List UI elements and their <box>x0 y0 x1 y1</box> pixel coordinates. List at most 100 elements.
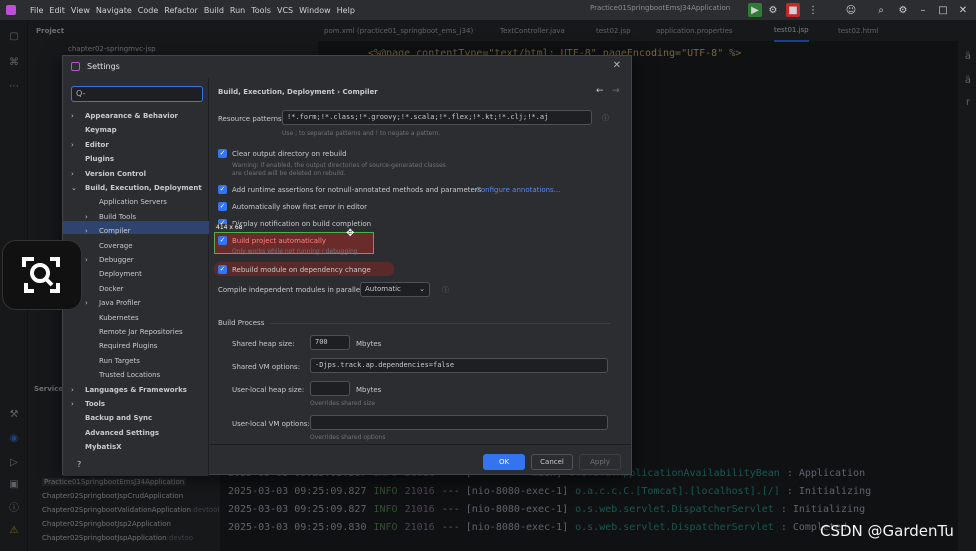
sidebar-arrow-icon[interactable]: › <box>71 386 74 394</box>
sidebar-item[interactable]: Version Control <box>85 170 146 178</box>
sidebar-item[interactable]: Debugger <box>99 256 134 264</box>
auto-show-error-checkbox[interactable]: ✓ <box>218 202 227 211</box>
watermark: CSDN @GardenTu <box>820 522 954 540</box>
add-runtime-checkbox[interactable]: ✓ <box>218 185 227 194</box>
cancel-button[interactable]: Cancel <box>531 454 573 470</box>
sidebar-item[interactable]: Keymap <box>85 126 117 134</box>
sidebar-arrow-icon[interactable]: ⌄ <box>71 184 77 192</box>
shared-vm-label: Shared VM options: <box>232 363 301 371</box>
sidebar-item[interactable]: Trusted Locations <box>99 371 160 379</box>
compile-parallel-info-icon[interactable]: ⓘ <box>442 285 449 295</box>
sidebar-arrow-icon[interactable]: › <box>85 299 88 307</box>
sidebar-item[interactable]: Docker <box>99 285 124 293</box>
menu-item-code[interactable]: Code <box>138 6 158 15</box>
magnifier-overlay[interactable] <box>2 240 82 310</box>
sidebar-arrow-icon[interactable]: › <box>71 400 74 408</box>
sidebar-item[interactable]: Tools <box>85 400 105 408</box>
sidebar-item[interactable]: Kubernetes <box>99 314 139 322</box>
shared-heap-unit: Mbytes <box>356 340 382 348</box>
clear-output-hint-1: Warning: if enabled, the output director… <box>232 162 446 169</box>
move-cursor-icon: ✥ <box>346 228 355 239</box>
sidebar-arrow-icon[interactable]: › <box>71 141 74 149</box>
add-runtime-label: Add runtime assertions for notnull-annot… <box>232 186 482 194</box>
sidebar-item[interactable]: Plugins <box>85 155 114 163</box>
sidebar-item[interactable]: Build Tools <box>99 213 136 221</box>
menu-bar: File Edit View Navigate Code Refactor Build Run… <box>0 0 976 20</box>
build-automatically-checkbox[interactable]: ✓ <box>218 236 227 245</box>
settings-search-input[interactable]: Q- <box>71 86 203 102</box>
user-vm-label: User-local VM options: <box>232 420 310 428</box>
sidebar-arrow-icon[interactable]: › <box>85 213 88 221</box>
sidebar-item[interactable]: Compiler <box>99 227 131 235</box>
sidebar-item[interactable]: Application Servers <box>99 198 167 206</box>
sidebar-item[interactable]: Build, Execution, Deployment <box>85 184 202 192</box>
rebuild-dependency-checkbox[interactable]: ✓ <box>218 265 227 274</box>
profile-icon[interactable]: ☺ <box>836 0 866 20</box>
compile-parallel-label: Compile independent modules in parallel: <box>218 286 365 294</box>
sidebar-arrow-icon[interactable]: › <box>85 256 88 264</box>
settings-title: Settings <box>87 62 120 71</box>
menu-item-window[interactable]: Window <box>299 6 331 15</box>
close-dialog-icon[interactable]: ✕ <box>613 60 621 71</box>
resource-patterns-field[interactable]: !*.form;!*.class;!*.groovy;!*.scala;!*.f… <box>282 110 592 125</box>
user-heap-hint: Overrides shared size <box>310 400 375 407</box>
sidebar-item[interactable]: Editor <box>85 141 109 149</box>
debug-icon[interactable]: ⚙ <box>766 0 780 20</box>
run-icon[interactable]: ▶ <box>748 3 762 17</box>
ok-button[interactable]: OK <box>483 454 525 470</box>
info-icon[interactable]: ⓘ <box>602 113 609 123</box>
sidebar-item[interactable]: Deployment <box>99 270 142 278</box>
sidebar-item[interactable]: Languages & Frameworks <box>85 386 187 394</box>
user-vm-field[interactable] <box>310 415 608 430</box>
clear-output-checkbox[interactable]: ✓ <box>218 149 227 158</box>
menu-item-edit[interactable]: Edit <box>49 6 65 15</box>
stop-icon[interactable]: ■ <box>786 3 800 17</box>
close-window-icon[interactable]: ✕ <box>948 0 976 20</box>
shared-vm-field[interactable]: -Djps.track.ap.dependencies=false <box>310 358 608 373</box>
sidebar-item[interactable]: Appearance & Behavior <box>85 112 178 120</box>
apply-button[interactable]: Apply <box>579 454 621 470</box>
build-automatically-label: Build project automatically <box>232 237 327 245</box>
settings-dialog: Settings ✕ Q- › Appearance & Behavior Keym… <box>62 55 632 476</box>
menu-item-run[interactable]: Run <box>230 6 245 15</box>
sidebar-item[interactable]: Required Plugins <box>99 342 157 350</box>
menu-item-vcs[interactable]: VCS <box>277 6 293 15</box>
sidebar-item[interactable]: Run Targets <box>99 357 140 365</box>
sidebar-item[interactable]: Java Profiler <box>99 299 141 307</box>
menu-items: File Edit View Navigate Code Refactor Build Run… <box>27 6 358 15</box>
sidebar-arrow-icon[interactable]: › <box>71 112 74 120</box>
resource-patterns-hint: Use ; to separate patterns and ! to nega… <box>282 130 441 137</box>
window-title: Practice01SpringbootEmsJ34Application <box>590 4 731 12</box>
sidebar-item[interactable]: Advanced Settings <box>85 429 159 437</box>
sidebar-item[interactable]: Coverage <box>99 242 133 250</box>
menu-item-navigate[interactable]: Navigate <box>96 6 132 15</box>
menu-item-build[interactable]: Build <box>204 6 224 15</box>
clear-output-label: Clear output directory on rebuild <box>232 150 347 158</box>
breadcrumb: Build, Execution, Deployment › Compiler <box>218 88 378 96</box>
forward-arrow-icon[interactable]: → <box>612 86 620 96</box>
sidebar-arrow-icon[interactable]: › <box>71 170 74 178</box>
sidebar-arrow-icon[interactable]: › <box>85 227 88 235</box>
sidebar-item[interactable]: Remote Jar Repositories <box>99 328 183 336</box>
auto-show-error-label: Automatically show first error in editor <box>232 203 368 211</box>
build-process-header: Build Process <box>218 319 265 327</box>
app-logo-icon <box>6 5 16 15</box>
more-icon[interactable]: ⋮ <box>806 0 820 20</box>
sidebar-item[interactable]: Backup and Sync <box>85 414 152 422</box>
user-heap-field[interactable] <box>310 381 350 396</box>
menu-item-tools[interactable]: Tools <box>251 6 271 15</box>
menu-item-help[interactable]: Help <box>337 6 355 15</box>
compiler-settings-page: Build, Execution, Deployment › Compiler … <box>210 78 631 441</box>
help-button[interactable]: ? <box>77 460 81 469</box>
resource-patterns-label: Resource patterns: <box>218 115 285 123</box>
user-heap-label: User-local heap size: <box>232 386 305 394</box>
menu-item-refactor[interactable]: Refactor <box>164 6 198 15</box>
menu-item-file[interactable]: File <box>30 6 43 15</box>
menu-item-view[interactable]: View <box>71 6 90 15</box>
shared-heap-field[interactable]: 700 <box>310 335 350 350</box>
user-heap-unit: Mbytes <box>356 386 382 394</box>
back-arrow-icon[interactable]: ← <box>596 86 604 96</box>
sidebar-item[interactable]: MybatisX <box>85 443 122 451</box>
compile-parallel-select[interactable]: Automatic ⌄ <box>360 282 430 297</box>
configure-annotations-link[interactable]: Configure annotations... <box>476 186 560 194</box>
